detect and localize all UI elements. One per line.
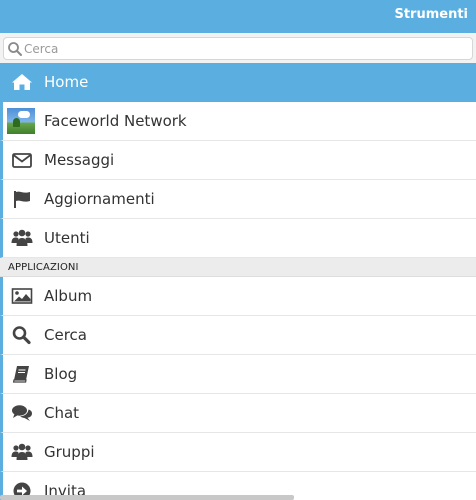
side-menu: Home Faceworld Network Messaggi Aggiorna… <box>0 63 476 500</box>
menu-item-label: Blog <box>44 365 78 383</box>
menu-item-home[interactable]: Home <box>0 63 476 102</box>
menu-item-label: Faceworld Network <box>44 112 187 130</box>
menu-item-label: Messaggi <box>44 151 115 169</box>
menu-item-utenti[interactable]: Utenti <box>0 219 476 258</box>
menu-item-label: Album <box>44 287 93 305</box>
menu-item-label: Utenti <box>44 229 90 247</box>
users-icon <box>11 443 33 460</box>
network-thumbnail <box>7 108 35 134</box>
menu-item-faceworld-network[interactable]: Faceworld Network <box>0 102 476 141</box>
search-icon <box>8 42 22 56</box>
home-icon <box>12 74 32 90</box>
menu-item-messaggi[interactable]: Messaggi <box>0 141 476 180</box>
search-box[interactable] <box>3 37 473 60</box>
menu-item-chat[interactable]: Chat <box>0 394 476 433</box>
menu-item-gruppi[interactable]: Gruppi <box>0 433 476 472</box>
menu-item-cerca[interactable]: Cerca <box>0 316 476 355</box>
menu-item-label: Home <box>44 73 89 91</box>
menu-item-blog[interactable]: Blog <box>0 355 476 394</box>
menu-item-label: Gruppi <box>44 443 95 461</box>
menu-item-label: Cerca <box>44 326 87 344</box>
chat-icon <box>12 405 33 421</box>
horizontal-scrollbar[interactable] <box>0 495 294 500</box>
menu-item-aggiornamenti[interactable]: Aggiornamenti <box>0 180 476 219</box>
menu-item-label: Chat <box>44 404 80 422</box>
top-bar: Strumenti <box>0 0 476 33</box>
picture-icon <box>11 288 33 304</box>
search-bar <box>0 33 476 63</box>
menu-item-album[interactable]: Album <box>0 277 476 316</box>
search-input[interactable] <box>24 39 464 58</box>
section-header-applicazioni: APPLICAZIONI <box>0 258 476 277</box>
menu-item-label: Aggiornamenti <box>44 190 155 208</box>
book-icon <box>12 366 29 383</box>
users-icon <box>11 229 33 246</box>
envelope-icon <box>12 153 32 168</box>
tools-button[interactable]: Strumenti <box>394 7 468 22</box>
flag-icon <box>14 191 30 208</box>
search-icon <box>12 326 31 345</box>
